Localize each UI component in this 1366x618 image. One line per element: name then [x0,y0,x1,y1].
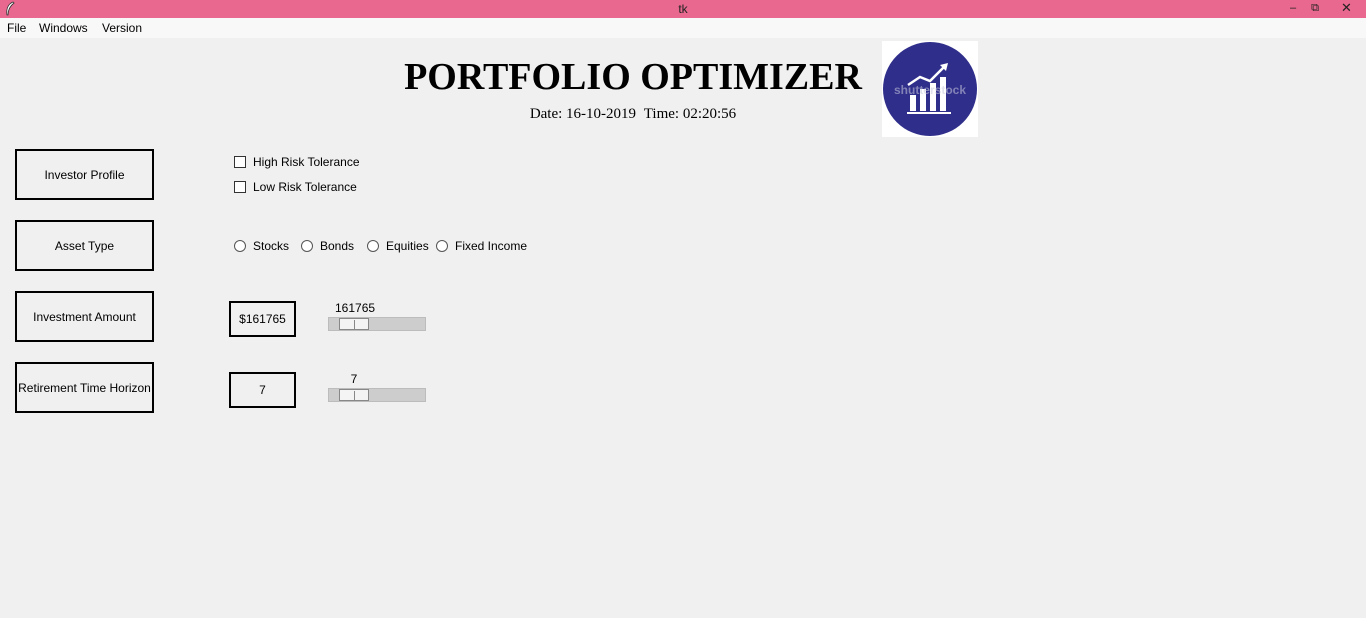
investment-amount-slider[interactable] [328,317,426,331]
radio-bonds[interactable]: Bonds [301,239,354,253]
retirement-horizon-slider[interactable] [328,388,426,402]
radio-dot[interactable] [436,240,448,252]
radio-label: Fixed Income [455,239,528,253]
checkbox-label: High Risk Tolerance [253,155,360,169]
window-title: tk [678,2,688,16]
retirement-horizon-display: 7 [229,372,296,408]
slider-handle[interactable] [339,318,369,330]
menu-file[interactable]: File [7,21,26,35]
menu-version[interactable]: Version [102,21,142,35]
radio-dot[interactable] [301,240,313,252]
datetime-label: Date: 16-10-2019 Time: 02:20:56 [380,106,886,123]
logo-watermark: shutterstock [893,83,967,97]
menu-windows[interactable]: Windows [39,21,88,35]
investment-amount-button[interactable]: Investment Amount [15,291,154,342]
checkbox-label: Low Risk Tolerance [253,180,357,194]
slider-handle[interactable] [339,389,369,401]
radio-dot[interactable] [234,240,246,252]
low-risk-checkbox[interactable]: Low Risk Tolerance [234,180,357,194]
window-titlebar: tk – ⧉ ✕ [0,0,1366,18]
checkbox-box[interactable] [234,156,246,168]
radio-dot[interactable] [367,240,379,252]
date-label: Date: 16-10-2019 [529,106,637,122]
radio-label: Stocks [253,239,290,253]
retirement-horizon-button[interactable]: Retirement Time Horizon [15,362,154,413]
time-label: Time: 02:20:56 [643,106,737,122]
investor-profile-button[interactable]: Investor Profile [15,149,154,200]
high-risk-checkbox[interactable]: High Risk Tolerance [234,155,360,169]
logo: shutterstock [882,41,978,137]
investment-scale-value: 161765 [335,301,376,315]
checkbox-box[interactable] [234,181,246,193]
close-button[interactable]: ✕ [1327,0,1366,18]
page-title: PORTFOLIO OPTIMIZER [404,56,862,98]
radio-label: Bonds [320,239,355,253]
radio-label: Equities [386,239,429,253]
radio-fixed-income[interactable]: Fixed Income [436,239,527,253]
restore-button[interactable]: ⧉ [1302,0,1328,18]
retirement-scale-value: 7 [350,372,358,386]
investment-amount-display: $161765 [229,301,296,337]
radio-equities[interactable]: Equities [367,239,429,253]
menubar: File Windows Version [0,18,1366,38]
asset-type-button[interactable]: Asset Type [15,220,154,271]
radio-stocks[interactable]: Stocks [234,239,289,253]
